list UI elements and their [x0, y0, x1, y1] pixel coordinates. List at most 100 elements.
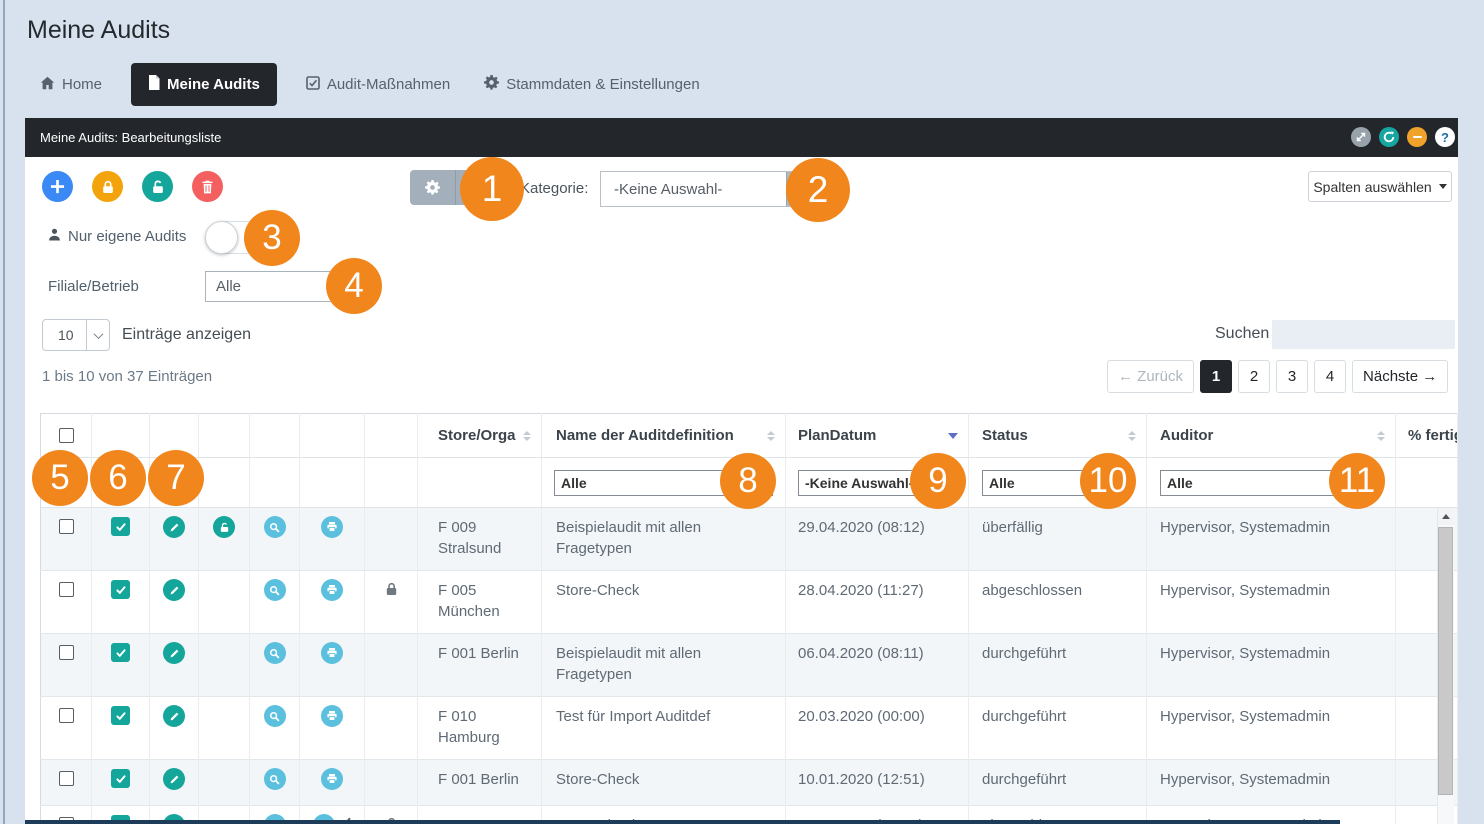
unlock-button[interactable]: [142, 171, 173, 202]
choose-columns-button[interactable]: Spalten auswählen: [1308, 171, 1452, 202]
help-icon[interactable]: ?: [1435, 127, 1455, 147]
audit-name-cell: Store-Check: [542, 571, 786, 634]
chevron-down-icon: [86, 320, 109, 350]
filiale-value: Alle: [216, 278, 241, 295]
view-icon[interactable]: [264, 705, 286, 727]
filiale-label: Filiale/Betrieb: [48, 278, 139, 295]
auditor-cell: Hypervisor, Systemadmin: [1147, 508, 1396, 571]
auditor-cell: Hypervisor, Systemadmin: [1147, 697, 1396, 760]
view-icon[interactable]: [264, 642, 286, 664]
scroll-up-button[interactable]: [1438, 508, 1454, 525]
page-title: Meine Audits: [27, 16, 170, 45]
lock-button[interactable]: [92, 171, 123, 202]
header-store[interactable]: Store/Orga: [418, 414, 542, 458]
header-status[interactable]: Status: [969, 414, 1147, 458]
header-name[interactable]: Name der Auditdefinition: [542, 414, 786, 458]
auditor-cell: Hypervisor, Systemadmin: [1147, 634, 1396, 697]
row-select-checkbox[interactable]: [59, 645, 74, 660]
sort-icon: [767, 431, 775, 441]
edit-icon[interactable]: [163, 705, 185, 727]
checked-checkbox-icon[interactable]: [111, 580, 130, 599]
print-icon[interactable]: [321, 579, 343, 601]
pagination-page-3[interactable]: 3: [1276, 360, 1308, 393]
panel-header-bar: Meine Audits: Bearbeitungsliste ?: [25, 118, 1458, 157]
document-icon: [148, 75, 160, 94]
page-size-select[interactable]: 10: [42, 319, 110, 351]
header-plandatum[interactable]: PlanDatum: [786, 414, 969, 458]
checked-checkbox-icon[interactable]: [111, 769, 130, 788]
edit-icon[interactable]: [163, 642, 185, 664]
table-row: F 010 Hamburg Test für Import Auditdef 2…: [41, 697, 1458, 760]
own-audits-row: Nur eigene Audits: [48, 228, 186, 245]
row-select-checkbox[interactable]: [59, 582, 74, 597]
view-icon[interactable]: [264, 579, 286, 601]
print-icon[interactable]: [321, 516, 343, 538]
view-icon[interactable]: [264, 516, 286, 538]
unlock-icon[interactable]: [213, 516, 235, 538]
print-icon[interactable]: [321, 642, 343, 664]
checked-checkbox-icon[interactable]: [111, 517, 130, 536]
print-icon[interactable]: [321, 705, 343, 727]
caret-down-icon: [1439, 184, 1447, 189]
header-percent[interactable]: % fertig: [1396, 414, 1458, 458]
person-icon: [48, 228, 61, 245]
row-select-checkbox[interactable]: [59, 519, 74, 534]
own-audits-label: Nur eigene Audits: [68, 228, 186, 245]
nav-item-audit-massnahmen[interactable]: Audit-Maßnahmen: [289, 63, 467, 106]
status-cell: überfällig: [969, 508, 1147, 571]
callout-9: 9: [910, 453, 966, 509]
status-cell: durchgeführt: [969, 760, 1147, 806]
pagination-page-1[interactable]: 1: [1200, 360, 1232, 393]
select-all-checkbox[interactable]: [59, 428, 74, 443]
gear-icon[interactable]: [410, 170, 456, 205]
delete-button[interactable]: [192, 171, 223, 202]
store-cell: F 005 München: [418, 571, 542, 634]
edit-icon[interactable]: [163, 768, 185, 790]
page-size-value: 10: [43, 320, 86, 350]
nav-item-home[interactable]: Home: [40, 63, 119, 106]
header-auditor[interactable]: Auditor: [1147, 414, 1396, 458]
auditor-cell: Hypervisor, Systemadmin: [1147, 760, 1396, 806]
lock-icon: [385, 583, 398, 600]
kategorie-label: Kategorie:: [520, 180, 588, 197]
row-select-checkbox[interactable]: [59, 771, 74, 786]
kategorie-value: -Keine Auswahl-: [601, 181, 786, 198]
row-select-checkbox[interactable]: [59, 708, 74, 723]
audit-name-cell: Beispielaudit mit allen Fragetypen: [542, 634, 786, 697]
filter-auditor-input[interactable]: [1160, 470, 1346, 496]
plandatum-cell: 28.04.2020 (11:27): [786, 571, 969, 634]
nav-item-stammdaten[interactable]: Stammdaten & Einstellungen: [467, 63, 716, 106]
edit-icon[interactable]: [163, 579, 185, 601]
pagination-page-4[interactable]: 4: [1314, 360, 1346, 393]
table-row: F 001 Berlin Store-Check 10.01.2020 (12:…: [41, 760, 1458, 806]
pagination-page-2[interactable]: 2: [1238, 360, 1270, 393]
scrollbar-thumb[interactable]: [1438, 527, 1453, 795]
nav-item-meine-audits[interactable]: Meine Audits: [131, 63, 277, 106]
checked-checkbox-icon[interactable]: [111, 706, 130, 725]
print-icon[interactable]: [321, 768, 343, 790]
toggle-thumb[interactable]: [205, 221, 238, 254]
fullscreen-icon[interactable]: [1351, 127, 1371, 147]
plandatum-cell: 20.03.2020 (00:00): [786, 697, 969, 760]
add-button[interactable]: [42, 171, 73, 202]
callout-1: 1: [460, 157, 524, 221]
auditor-cell: Hypervisor, Systemadmin: [1147, 571, 1396, 634]
collapse-icon[interactable]: [1407, 127, 1427, 147]
checked-checkbox-icon[interactable]: [111, 643, 130, 662]
filiale-select[interactable]: Alle: [205, 271, 333, 302]
gear-icon: [484, 75, 499, 94]
search-input[interactable]: [1272, 320, 1455, 349]
view-icon[interactable]: [264, 768, 286, 790]
store-cell: F 010 Hamburg: [418, 697, 542, 760]
pagination-prev-button[interactable]: ← Zurück: [1107, 360, 1194, 393]
edit-icon[interactable]: [163, 516, 185, 538]
callout-10: 10: [1080, 453, 1136, 509]
pagination: ← Zurück 1 2 3 4 Nächste →: [1107, 360, 1448, 393]
kategorie-select[interactable]: -Keine Auswahl-: [600, 171, 815, 207]
refresh-icon[interactable]: [1379, 127, 1399, 147]
nav-item-label: Home: [62, 76, 102, 93]
sort-icon: [1377, 431, 1385, 441]
columns-button-label: Spalten auswählen: [1313, 179, 1431, 195]
plandatum-cell: 10.01.2020 (12:51): [786, 760, 969, 806]
pagination-next-button[interactable]: Nächste →: [1352, 360, 1448, 393]
